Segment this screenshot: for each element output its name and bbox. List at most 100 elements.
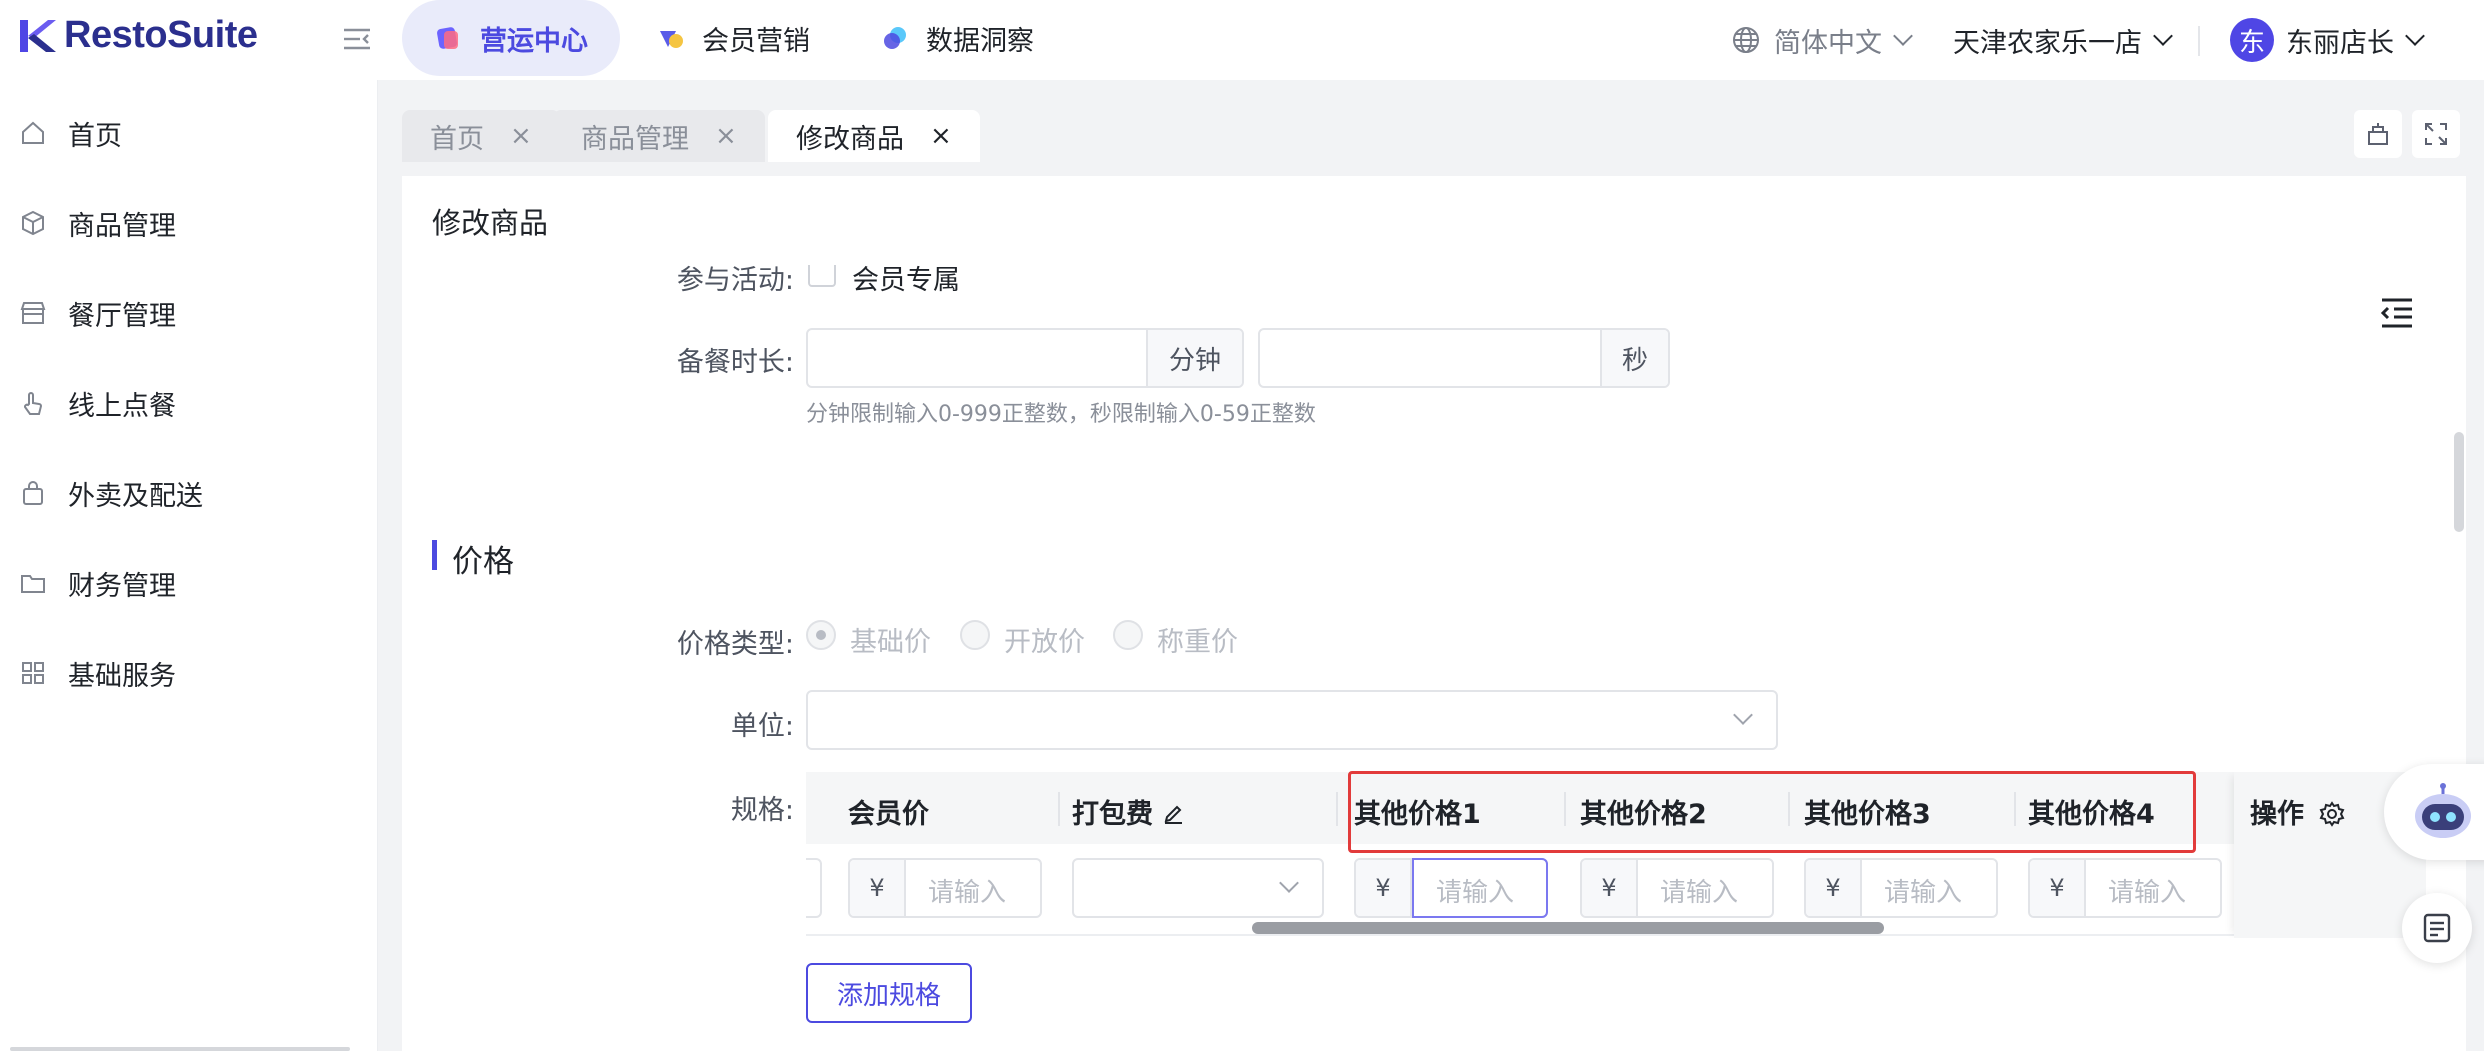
nav-tab-label: 会员营销 <box>702 25 810 57</box>
other-price-4-input[interactable]: ¥ 请输入 <box>2028 858 2222 918</box>
store-icon <box>20 302 46 324</box>
second-suffix: 秒 <box>1600 330 1668 386</box>
store-selector[interactable]: 天津农家乐一店 <box>1953 0 2173 80</box>
column-packing-fee-label: 打包费 <box>1072 799 1153 830</box>
fullscreen-icon[interactable] <box>2412 110 2460 158</box>
language-selector[interactable]: 简体中文 <box>1732 0 1913 80</box>
home-icon <box>22 121 44 144</box>
page-tab-label: 首页 <box>430 123 484 155</box>
edit-icon[interactable] <box>1162 803 1184 825</box>
nav-tab-label: 营运中心 <box>480 25 588 57</box>
radio-open-price[interactable] <box>960 620 990 650</box>
spec-label: 规格: <box>730 795 794 826</box>
nav-tab-data-insight[interactable]: 数据洞察 <box>880 0 1034 76</box>
robot-icon <box>2415 783 2471 838</box>
clear-tabs-icon[interactable] <box>2354 110 2402 158</box>
content-scrollbar[interactable] <box>2454 432 2464 532</box>
table-horizontal-scrollbar[interactable] <box>1252 922 1884 934</box>
logo-text: RestoSuite <box>64 14 258 56</box>
member-price-input[interactable]: ¥ 请输入 <box>848 858 1042 918</box>
prep-minutes-input[interactable]: 分钟 <box>806 328 1244 388</box>
currency-symbol: ¥ <box>1582 860 1638 916</box>
globe-icon <box>1733 27 1759 53</box>
sidebar-item-basic-services[interactable]: 基础服务 <box>20 643 176 703</box>
other-price-2-input[interactable]: ¥ 请输入 <box>1580 858 1774 918</box>
top-divider <box>2198 26 2200 56</box>
prep-seconds-input[interactable]: 秒 <box>1258 328 1670 388</box>
nav-tab-member-marketing[interactable]: 会员营销 <box>656 0 810 76</box>
page-tab-edit-product[interactable]: 修改商品 × <box>768 110 980 162</box>
price-type-label: 价格类型: <box>676 629 794 660</box>
sidebar-item-label: 线上点餐 <box>68 390 176 422</box>
column-operation-label: 操作 <box>2250 799 2304 830</box>
radio-weight-price-label: 称重价 <box>1157 627 1238 658</box>
page-tab-strip: 首页 × 商品管理 × 修改商品 × <box>378 95 2484 165</box>
chevron-down-icon <box>1279 873 1299 893</box>
close-icon[interactable]: × <box>715 121 737 151</box>
placeholder: 请输入 <box>928 878 1007 908</box>
sidebar-item-online-order[interactable]: 线上点餐 <box>20 373 176 433</box>
prep-time-label: 备餐时长: <box>676 347 794 378</box>
chevron-down-icon <box>1733 705 1753 725</box>
page-title: 修改商品 <box>432 206 549 240</box>
collapse-menu-icon[interactable] <box>340 22 374 56</box>
assistant-bot-button[interactable] <box>2384 764 2484 860</box>
scroll-mask <box>402 244 2466 265</box>
notes-button[interactable] <box>2402 893 2472 963</box>
currency-symbol: ¥ <box>1806 860 1862 916</box>
outdent-icon[interactable] <box>2378 296 2416 330</box>
chevron-down-icon <box>1893 26 1913 46</box>
data-insight-icon <box>884 27 906 49</box>
chevron-down-icon <box>2153 26 2173 46</box>
sidebar-item-restaurant[interactable]: 餐厅管理 <box>20 283 176 343</box>
store-name: 天津农家乐一店 <box>1953 27 2142 59</box>
top-bar: RestoSuite 营运中心 会员营销 数据洞察 简体中文 天津农家乐一店 东… <box>0 0 2484 80</box>
sidebar-item-label: 财务管理 <box>68 570 176 602</box>
folder-icon <box>21 575 45 593</box>
member-marketing-icon <box>660 31 683 48</box>
column-separator <box>1336 792 1338 826</box>
bag-icon <box>23 481 43 505</box>
language-label: 简体中文 <box>1774 27 1882 59</box>
unit-select[interactable] <box>806 690 1778 750</box>
close-icon[interactable]: × <box>930 121 952 151</box>
sidebar-item-delivery[interactable]: 外卖及配送 <box>20 463 203 523</box>
grid-icon <box>22 662 44 684</box>
radio-open-price-label: 开放价 <box>1004 627 1085 658</box>
operations-icon <box>437 27 458 49</box>
placeholder: 请输入 <box>2108 878 2187 908</box>
placeholder: 请输入 <box>1884 878 1963 908</box>
user-name: 东丽店长 <box>2286 27 2394 59</box>
chevron-down-icon <box>2405 26 2425 46</box>
logo[interactable]: RestoSuite <box>18 14 258 57</box>
cut-off-input[interactable] <box>806 858 822 918</box>
page-tab-home[interactable]: 首页 × <box>402 110 560 162</box>
sidebar-item-label: 商品管理 <box>68 210 176 242</box>
sidebar-item-label: 外卖及配送 <box>68 480 203 512</box>
sidebar-scrollbar[interactable] <box>10 1047 350 1051</box>
gear-icon[interactable] <box>2319 801 2345 827</box>
nav-tab-label: 数据洞察 <box>926 25 1034 57</box>
prep-time-hint: 分钟限制输入0-999正整数，秒限制输入0-59正整数 <box>806 402 1316 427</box>
sidebar-item-products[interactable]: 商品管理 <box>20 193 176 253</box>
sidebar-item-home[interactable]: 首页 <box>20 103 122 163</box>
other-price-3-input[interactable]: ¥ 请输入 <box>1804 858 1998 918</box>
sidebar-item-finance[interactable]: 财务管理 <box>20 553 176 613</box>
add-spec-button[interactable]: 添加规格 <box>806 963 972 1023</box>
sidebar-item-label: 餐厅管理 <box>68 300 176 332</box>
minute-suffix: 分钟 <box>1146 330 1242 386</box>
user-menu[interactable]: 东 东丽店长 <box>2230 0 2425 80</box>
packing-fee-select[interactable] <box>1072 858 1324 918</box>
radio-base-price[interactable] <box>806 620 836 650</box>
close-icon[interactable]: × <box>510 121 532 151</box>
radio-base-price-label: 基础价 <box>850 627 931 658</box>
other-price-1-input[interactable]: ¥ 请输入 <box>1354 858 1548 918</box>
radio-weight-price[interactable] <box>1113 620 1143 650</box>
currency-symbol: ¥ <box>1356 860 1412 916</box>
currency-symbol: ¥ <box>850 860 906 916</box>
page-tab-products[interactable]: 商品管理 × <box>553 110 765 162</box>
nav-tab-operations[interactable]: 营运中心 <box>402 0 620 76</box>
sidebar-item-label: 基础服务 <box>68 660 176 692</box>
sidebar-item-label: 首页 <box>68 120 122 152</box>
tap-icon <box>24 392 43 415</box>
